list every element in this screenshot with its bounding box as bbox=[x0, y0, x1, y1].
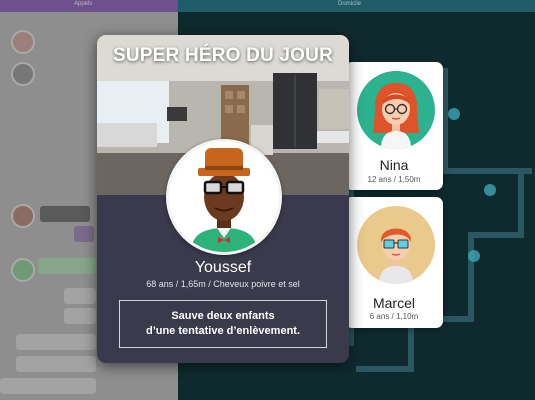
person-info: 12 ans / 1,50m bbox=[367, 175, 421, 184]
conversation-header-title: Appels bbox=[74, 1, 93, 7]
message-bubble bbox=[64, 288, 96, 304]
message-bubble bbox=[16, 334, 96, 350]
deed-line-2: d’une tentative d’enlèvement. bbox=[145, 325, 301, 337]
hero-of-the-day-card: SUPER HÉRO DU JOUR Youssef 68 ans / 1,65… bbox=[97, 35, 349, 363]
message-bubble bbox=[40, 206, 90, 222]
person-name: Nina bbox=[379, 157, 409, 173]
map-marker[interactable] bbox=[484, 184, 496, 196]
nina-avatar bbox=[357, 71, 435, 149]
person-card-nina[interactable]: Nina 12 ans / 1,50m bbox=[345, 62, 443, 190]
hero-deed-box: Sauve deux enfants d’une tentative d’enl… bbox=[119, 300, 327, 348]
message-bubble bbox=[38, 258, 96, 274]
person-info: 6 ans / 1,10m bbox=[369, 312, 419, 321]
man-with-hat-avatar-icon bbox=[169, 142, 279, 252]
marcel-avatar bbox=[357, 206, 435, 284]
home-header: Domicile bbox=[178, 0, 535, 12]
boy-avatar-icon bbox=[357, 206, 435, 284]
person-card-marcel[interactable]: Marcel 6 ans / 1,10m bbox=[345, 197, 443, 328]
avatar bbox=[11, 258, 35, 282]
home-header-title: Domicile bbox=[338, 1, 362, 7]
map-marker[interactable] bbox=[468, 250, 480, 262]
conversation-header: Appels bbox=[0, 0, 178, 12]
hero-avatar bbox=[166, 139, 282, 255]
message-bubble bbox=[74, 226, 94, 242]
avatar bbox=[11, 62, 35, 86]
message-bubble bbox=[0, 378, 96, 394]
hero-name: Youssef bbox=[194, 259, 252, 276]
person-name: Marcel bbox=[372, 295, 415, 311]
map-marker[interactable] bbox=[448, 108, 460, 120]
avatar bbox=[11, 204, 35, 228]
girl-avatar-icon bbox=[357, 71, 435, 149]
card-title: SUPER HÉRO DU JOUR bbox=[112, 45, 334, 66]
message-bubble bbox=[16, 356, 96, 372]
hero-info: 68 ans / 1,65m / Cheveux poivre et sel bbox=[146, 279, 300, 289]
message-bubble bbox=[64, 308, 96, 324]
avatar bbox=[11, 30, 35, 54]
deed-line-1: Sauve deux enfants bbox=[171, 310, 275, 322]
